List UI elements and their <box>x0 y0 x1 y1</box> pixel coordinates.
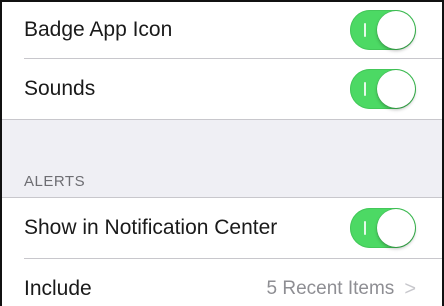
alerts-section-header: ALERTS <box>2 165 442 197</box>
group-bottom-divider <box>2 119 442 120</box>
include-row[interactable]: Include 5 Recent Items > <box>2 259 442 306</box>
show-in-notification-center-row[interactable]: Show in Notification Center <box>2 198 442 258</box>
show-in-notification-center-label: Show in Notification Center <box>24 216 278 239</box>
sounds-row[interactable]: Sounds <box>2 59 442 119</box>
sounds-label: Sounds <box>24 77 96 100</box>
toggle-on-indicator <box>364 221 366 235</box>
badge-app-icon-toggle[interactable] <box>350 10 416 50</box>
show-in-notification-center-toggle[interactable] <box>350 208 416 248</box>
include-label: Include <box>24 277 92 300</box>
sounds-toggle[interactable] <box>350 69 416 109</box>
toggle-on-indicator <box>364 23 366 37</box>
badge-app-icon-row[interactable]: Badge App Icon <box>2 2 442 58</box>
chevron-right-icon: > <box>404 277 416 300</box>
toggle-on-indicator <box>364 82 366 96</box>
badge-app-icon-label: Badge App Icon <box>24 18 173 41</box>
include-value: 5 Recent Items <box>266 278 395 299</box>
top-settings-group: Badge App Icon Sounds <box>2 2 442 120</box>
toggle-knob <box>377 11 415 49</box>
notification-settings-screen: Badge App Icon Sounds ALERTS Show in Not… <box>0 0 444 306</box>
section-spacer <box>2 120 442 165</box>
alerts-settings-group: Show in Notification Center Include 5 Re… <box>2 198 442 306</box>
toggle-knob <box>377 70 415 108</box>
include-value-detail: 5 Recent Items > <box>267 278 416 301</box>
toggle-knob <box>377 209 415 247</box>
